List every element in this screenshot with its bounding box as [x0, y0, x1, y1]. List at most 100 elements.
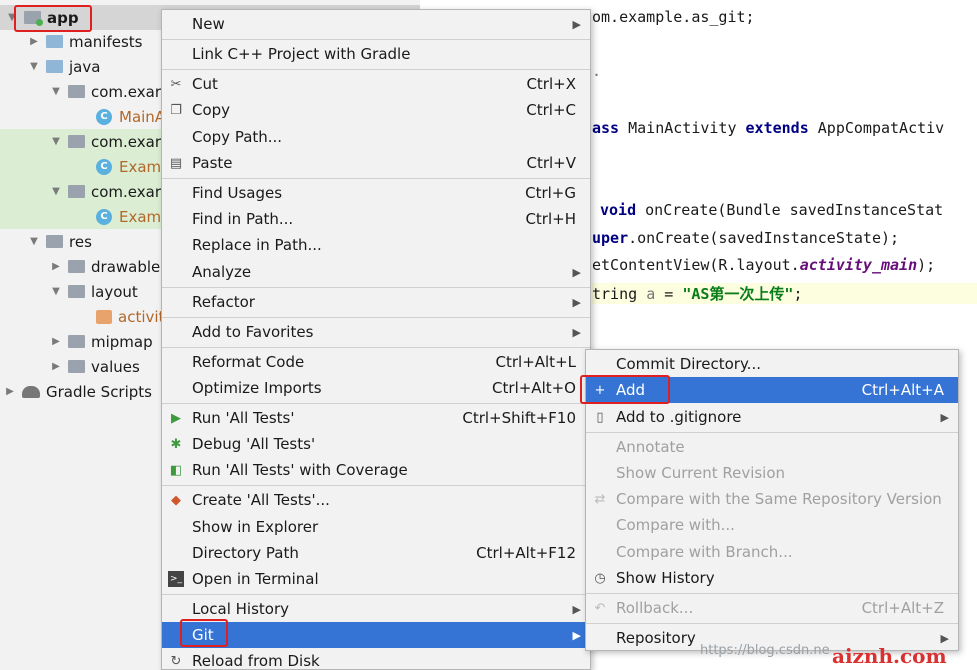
tree-item-label: com.exar: [91, 132, 162, 151]
annotation-box-app: [14, 5, 92, 32]
submenu-arrow-icon: ▶: [940, 410, 949, 424]
menu-item-find-in-path[interactable]: Find in Path... Ctrl+H: [162, 206, 590, 232]
coverage-icon: ◧: [169, 462, 183, 478]
menu-item-cut[interactable]: ✂ Cut Ctrl+X: [162, 71, 590, 97]
menu-item-directory-path[interactable]: Directory Path Ctrl+Alt+F12: [162, 540, 590, 566]
menu-item-reformat-code[interactable]: Reformat Code Ctrl+Alt+L: [162, 349, 590, 375]
menu-item-analyze[interactable]: Analyze ▶: [162, 259, 590, 285]
tree-item-label: com.exar: [91, 182, 162, 201]
clipboard-icon: ▤: [169, 155, 183, 171]
menu-item-refactor[interactable]: Refactor ▶: [162, 289, 590, 315]
tree-item-label: com.exar: [91, 82, 162, 101]
menu-item-open-in-terminal[interactable]: >_ Open in Terminal: [162, 566, 590, 592]
menu-item-paste[interactable]: ▤ Paste Ctrl+V: [162, 150, 590, 176]
tree-item-label: MainA: [119, 107, 166, 126]
clock-icon: ◷: [594, 570, 606, 586]
rollback-icon: ↶: [594, 600, 606, 616]
gradle-icon: [22, 385, 40, 398]
folder-icon: [68, 285, 85, 298]
submenu-arrow-icon: ▶: [940, 631, 949, 645]
menu-item-new[interactable]: New ▶: [162, 11, 590, 37]
annotation-box-add: [580, 375, 670, 404]
code-line: etContentView(R.layout.activity_main);: [592, 256, 936, 274]
folder-icon: [68, 260, 85, 273]
folder-icon: [46, 60, 63, 73]
compare-icon: ⇄: [594, 491, 606, 507]
chevron-down-icon[interactable]: ▼: [50, 186, 62, 197]
tree-item-label: drawable: [91, 257, 161, 276]
menu-item-copy-path[interactable]: Copy Path...: [162, 124, 590, 150]
chevron-down-icon[interactable]: ▼: [28, 61, 40, 72]
chevron-right-icon[interactable]: ▶: [50, 261, 62, 272]
submenu-arrow-icon: ▶: [572, 325, 581, 339]
copy-icon: ❐: [170, 102, 182, 118]
folder-icon: [46, 235, 63, 248]
test-create-icon: ◆: [171, 492, 181, 508]
tree-item-label: res: [69, 232, 92, 251]
submenu-arrow-icon: ▶: [572, 265, 581, 279]
folder-icon: [46, 35, 63, 48]
menu-item-reload-from-disk[interactable]: ↻ Reload from Disk: [162, 648, 590, 670]
package-icon: [68, 135, 85, 148]
menu-item-find-usages[interactable]: Find Usages Ctrl+G: [162, 180, 590, 206]
tree-item-label: mipmap: [91, 332, 153, 351]
menu-item-optimize-imports[interactable]: Optimize Imports Ctrl+Alt+O: [162, 375, 590, 401]
chevron-down-icon[interactable]: ▼: [50, 86, 62, 97]
chevron-right-icon[interactable]: ▶: [50, 361, 62, 372]
watermark-url: https://blog.csdn.ne: [700, 643, 830, 658]
submenu-arrow-icon: ▶: [572, 628, 581, 642]
scissors-icon: ✂: [170, 76, 182, 92]
tree-item-label: manifests: [69, 32, 143, 51]
menu-item-show-current-revision[interactable]: Show Current Revision: [586, 460, 958, 486]
submenu-arrow-icon: ▶: [572, 295, 581, 309]
menu-item-rollback[interactable]: ↶ Rollback... Ctrl+Alt+Z: [586, 595, 958, 621]
menu-item-add-to-favorites[interactable]: Add to Favorites ▶: [162, 319, 590, 345]
menu-item-run-coverage[interactable]: ◧ Run 'All Tests' with Coverage: [162, 457, 590, 483]
menu-item-create-all-tests[interactable]: ◆ Create 'All Tests'...: [162, 487, 590, 513]
run-icon: ▶: [171, 410, 181, 426]
submenu-arrow-icon: ▶: [572, 17, 581, 31]
menu-item-run-all-tests[interactable]: ▶ Run 'All Tests' Ctrl+Shift+F10: [162, 405, 590, 431]
menu-item-commit-directory[interactable]: Commit Directory...: [586, 351, 958, 377]
menu-item-show-in-explorer[interactable]: Show in Explorer: [162, 514, 590, 540]
code-line: .: [592, 62, 602, 80]
tree-item-label: layout: [91, 282, 138, 301]
menu-item-show-history[interactable]: ◷ Show History: [586, 565, 958, 591]
menu-item-annotate[interactable]: Annotate: [586, 434, 958, 460]
watermark-brand: aiznh.com: [832, 644, 947, 668]
code-line: om.example.as_git;: [592, 8, 755, 26]
menu-item-local-history[interactable]: Local History ▶: [162, 596, 590, 622]
code-line: tring a = "AS第一次上传";: [592, 283, 977, 304]
annotation-box-git: [180, 619, 228, 647]
menu-item-copy[interactable]: ❐ Copy Ctrl+C: [162, 97, 590, 123]
menu-item-debug-all-tests[interactable]: ✱ Debug 'All Tests': [162, 431, 590, 457]
bug-icon: ✱: [170, 436, 182, 452]
chevron-right-icon[interactable]: ▶: [4, 386, 16, 397]
menu-item-replace-in-path[interactable]: Replace in Path...: [162, 232, 590, 258]
xml-file-icon: [96, 309, 112, 324]
menu-item-add-to-gitignore[interactable]: ▯ Add to .gitignore ▶: [586, 404, 958, 430]
code-line: uper.onCreate(savedInstanceState);: [592, 229, 900, 247]
tree-item-label: activit: [118, 307, 165, 326]
folder-icon: [68, 335, 85, 348]
code-line: ass MainActivity extends AppCompatActiv: [592, 119, 945, 137]
menu-item-compare-same-repo[interactable]: ⇄ Compare with the Same Repository Versio…: [586, 486, 958, 512]
tree-item-label: values: [91, 357, 140, 376]
submenu-arrow-icon: ▶: [572, 602, 581, 616]
class-icon: C: [96, 108, 112, 125]
package-icon: [68, 185, 85, 198]
chevron-right-icon[interactable]: ▶: [28, 36, 40, 47]
gitignore-icon: ▯: [596, 409, 604, 425]
menu-item-link-cpp[interactable]: Link C++ Project with Gradle: [162, 41, 590, 67]
chevron-down-icon[interactable]: ▼: [50, 136, 62, 147]
chevron-right-icon[interactable]: ▶: [50, 336, 62, 347]
menu-item-compare-with[interactable]: Compare with...: [586, 512, 958, 538]
code-line: void onCreate(Bundle savedInstanceStat: [600, 201, 944, 219]
context-menu: New ▶ Link C++ Project with Gradle ✂ Cut Ct…: [161, 9, 591, 670]
class-icon: C: [96, 158, 112, 175]
chevron-down-icon[interactable]: ▼: [28, 236, 40, 247]
tree-item-label: Gradle Scripts: [46, 382, 152, 401]
class-icon: C: [96, 208, 112, 225]
menu-item-compare-with-branch[interactable]: Compare with Branch...: [586, 539, 958, 565]
chevron-down-icon[interactable]: ▼: [50, 286, 62, 297]
